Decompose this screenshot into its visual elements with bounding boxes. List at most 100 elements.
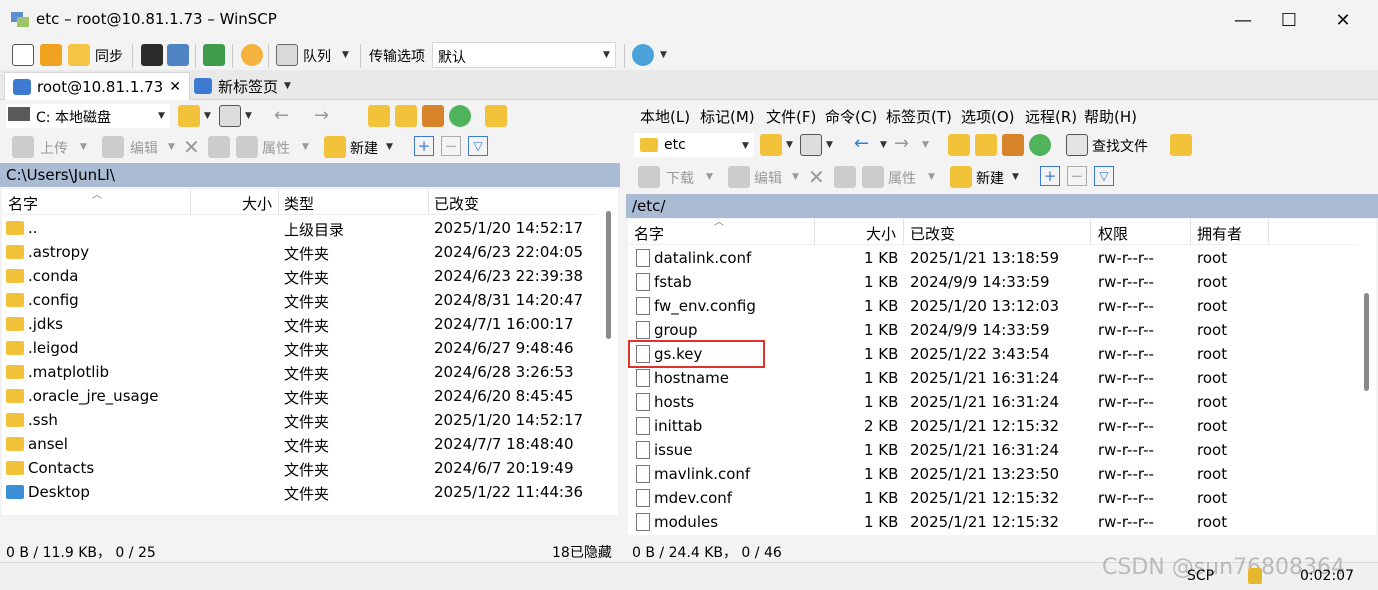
right-file-list[interactable]: 名字 ︿ 大小 已改变 权限 拥有者 datalink.conf 1 KB 2025… (628, 219, 1376, 535)
chevron-down-icon[interactable]: ▼ (786, 140, 793, 150)
list-item[interactable]: datalink.conf 1 KB 2025/1/21 13:18:59 rw-r-… (628, 246, 1358, 270)
col-rights[interactable]: 权限 (1098, 223, 1128, 244)
preferences-gear-icon[interactable] (241, 44, 263, 66)
col-size[interactable]: 大小 (866, 223, 896, 244)
drive-select[interactable]: C: 本地磁盘 ▼ (6, 104, 170, 128)
col-name[interactable]: 名字 (8, 193, 38, 214)
panel-splitter[interactable] (620, 100, 626, 540)
list-item-highlighted[interactable]: gs.key 1 KB 2025/1/22 3:43:54 rw-r--r-- root (628, 340, 1358, 368)
col-size[interactable]: 大小 (242, 193, 272, 214)
forward-arrow-icon[interactable]: → (314, 105, 329, 126)
scrollbar-thumb[interactable] (606, 211, 611, 339)
menu-mark[interactable]: 标记(M) (700, 106, 755, 127)
delete-icon[interactable]: ✕ (808, 165, 825, 189)
properties-icon[interactable] (236, 136, 258, 158)
queue-icon[interactable] (276, 44, 298, 66)
list-item[interactable]: .ssh 文件夹 2025/1/20 14:52:17 (2, 408, 598, 432)
list-item[interactable]: mavlink.conf 1 KB 2025/1/21 13:23:50 rw-r--… (628, 462, 1358, 486)
chevron-down-icon[interactable]: ▼ (1012, 172, 1019, 182)
refresh-session-icon[interactable] (203, 44, 225, 66)
list-item[interactable]: fstab 1 KB 2024/9/9 14:33:59 rw-r--r-- root (628, 270, 1358, 294)
list-item[interactable]: group 1 KB 2024/9/9 14:33:59 rw-r--r-- root (628, 318, 1358, 342)
queue-label[interactable]: 队列 (303, 46, 331, 66)
menu-commands[interactable]: 命令(C) (825, 106, 877, 127)
remote-dir-select[interactable]: etc ▼ (634, 133, 754, 157)
home-icon[interactable] (1002, 134, 1024, 156)
properties-icon[interactable] (862, 166, 884, 188)
list-item[interactable]: Contacts 文件夹 2024/6/7 20:19:49 (2, 456, 598, 480)
edit-icon[interactable] (728, 166, 750, 188)
properties-button[interactable]: 属性 (888, 168, 916, 188)
menu-local[interactable]: 本地(L) (640, 106, 690, 127)
list-item[interactable]: .jdks 文件夹 2024/7/1 16:00:17 (2, 312, 598, 336)
open-folder-icon[interactable] (178, 105, 200, 127)
list-item[interactable]: .config 文件夹 2024/8/31 14:20:47 (2, 288, 598, 312)
rename-icon[interactable] (208, 136, 230, 158)
sync-label[interactable]: 同步 (95, 46, 123, 66)
directory-tree-icon[interactable] (1170, 134, 1192, 156)
list-item[interactable]: ansel 文件夹 2024/7/7 18:48:40 (2, 432, 598, 456)
compare-directories-icon[interactable] (12, 44, 34, 66)
putty-icon[interactable] (167, 44, 189, 66)
list-item[interactable]: inittab 2 KB 2025/1/21 12:15:32 rw-r--r-- ro… (628, 414, 1358, 438)
tab-session[interactable]: root@10.81.1.73 ✕ (4, 72, 190, 100)
filter-select-icon[interactable]: ▽ (1094, 166, 1114, 186)
new-folder-icon[interactable] (324, 136, 346, 158)
root-directory-icon[interactable] (975, 134, 997, 156)
select-plus-icon[interactable]: + (414, 136, 434, 156)
transfer-settings-icon[interactable] (632, 44, 654, 66)
back-arrow-icon[interactable]: ← (854, 133, 869, 154)
filter-select-icon[interactable]: ▽ (468, 136, 488, 156)
chevron-down-icon[interactable]: ▼ (245, 111, 252, 121)
menu-help[interactable]: 帮助(H) (1084, 106, 1137, 127)
synchronize-browsing-icon[interactable] (40, 44, 62, 66)
chevron-down-icon[interactable]: ▼ (168, 142, 175, 152)
refresh-icon[interactable] (1029, 134, 1051, 156)
list-item[interactable]: .. 上级目录 2025/1/20 14:52:17 (2, 216, 598, 240)
list-item[interactable]: fw_env.config 1 KB 2025/1/20 13:12:03 rw-r-… (628, 294, 1358, 318)
chevron-down-icon[interactable]: ▼ (284, 81, 291, 91)
left-file-list[interactable]: 名字 ︿ 大小 类型 已改变 .. 上级目录 2025/1/20 14:52:17 … (2, 189, 618, 515)
chevron-down-icon[interactable]: ▼ (826, 140, 833, 150)
unselect-minus-icon[interactable]: − (1067, 166, 1087, 186)
forward-arrow-icon[interactable]: → (894, 133, 909, 154)
download-button[interactable]: 下载 (666, 168, 694, 188)
filter-icon[interactable] (219, 105, 241, 127)
right-vertical-scrollbar[interactable] (1358, 219, 1376, 535)
list-item[interactable]: .leigod 文件夹 2024/6/27 9:48:46 (2, 336, 598, 360)
col-owner[interactable]: 拥有者 (1197, 223, 1242, 244)
chevron-down-icon[interactable]: ▼ (792, 172, 799, 182)
menu-tabs[interactable]: 标签页(T) (886, 106, 952, 127)
root-directory-icon[interactable] (395, 105, 417, 127)
new-button[interactable]: 新建 (350, 138, 378, 158)
minimize-button[interactable]: — (1220, 0, 1266, 40)
chevron-down-icon[interactable]: ▼ (80, 142, 87, 152)
find-files-button[interactable]: 查找文件 (1092, 136, 1148, 156)
terminal-icon[interactable] (141, 44, 163, 66)
col-type[interactable]: 类型 (284, 193, 314, 214)
transfer-options-select[interactable]: 默认 ▼ (432, 42, 616, 68)
list-item[interactable]: .conda 文件夹 2024/6/23 22:39:38 (2, 264, 598, 288)
delete-icon[interactable]: ✕ (183, 135, 200, 159)
col-modified[interactable]: 已改变 (910, 223, 955, 244)
parent-directory-icon[interactable] (948, 134, 970, 156)
left-hidden-count[interactable]: 18已隐藏 (552, 542, 612, 562)
edit-button[interactable]: 编辑 (754, 168, 782, 188)
left-vertical-scrollbar[interactable] (600, 189, 618, 515)
sync-icon[interactable] (68, 44, 90, 66)
new-button[interactable]: 新建 (976, 168, 1004, 188)
menu-remote[interactable]: 远程(R) (1025, 106, 1077, 127)
select-plus-icon[interactable]: + (1040, 166, 1060, 186)
edit-button[interactable]: 编辑 (130, 138, 158, 158)
open-folder-icon[interactable] (760, 134, 782, 156)
tab-close-icon[interactable]: ✕ (169, 79, 181, 95)
list-item[interactable]: modules 1 KB 2025/1/21 12:15:32 rw-r--r-- ro… (628, 510, 1358, 534)
list-item[interactable]: .astropy 文件夹 2024/6/23 22:04:05 (2, 240, 598, 264)
tab-new[interactable]: 新标签页 ▼ (186, 72, 299, 100)
list-item[interactable]: hostname 1 KB 2025/1/21 16:31:24 rw-r--r-- r… (628, 366, 1358, 390)
chevron-down-icon[interactable]: ▼ (706, 172, 713, 182)
list-item[interactable]: .matplotlib 文件夹 2024/6/28 3:26:53 (2, 360, 598, 384)
menu-file[interactable]: 文件(F) (766, 106, 816, 127)
filter-icon[interactable] (800, 134, 822, 156)
menu-options[interactable]: 选项(O) (961, 106, 1015, 127)
